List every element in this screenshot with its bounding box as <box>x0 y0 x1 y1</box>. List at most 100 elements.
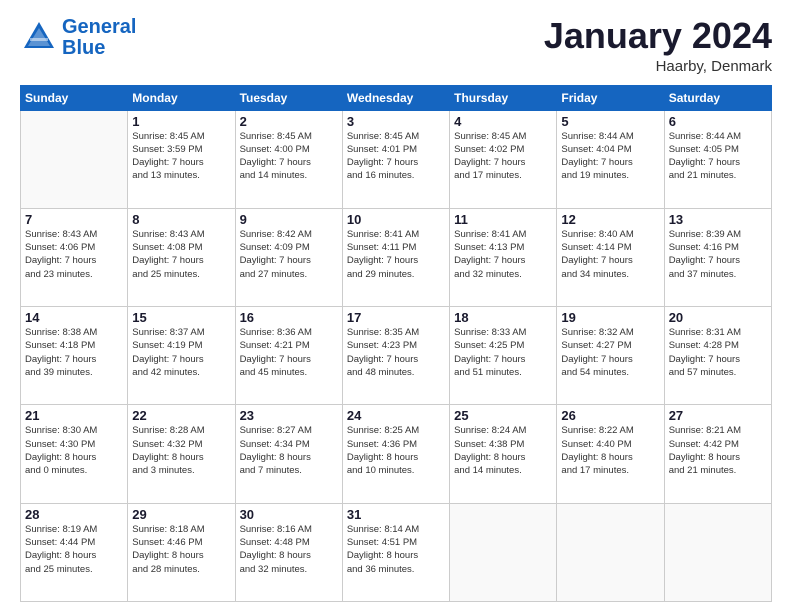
calendar-cell: 2Sunrise: 8:45 AM Sunset: 4:00 PM Daylig… <box>235 110 342 208</box>
day-info: Sunrise: 8:19 AM Sunset: 4:44 PM Dayligh… <box>25 523 123 576</box>
day-number: 12 <box>561 212 659 227</box>
calendar-cell: 26Sunrise: 8:22 AM Sunset: 4:40 PM Dayli… <box>557 405 664 503</box>
calendar-cell: 21Sunrise: 8:30 AM Sunset: 4:30 PM Dayli… <box>21 405 128 503</box>
calendar-cell: 15Sunrise: 8:37 AM Sunset: 4:19 PM Dayli… <box>128 307 235 405</box>
day-number: 13 <box>669 212 767 227</box>
day-info: Sunrise: 8:42 AM Sunset: 4:09 PM Dayligh… <box>240 228 338 281</box>
day-info: Sunrise: 8:36 AM Sunset: 4:21 PM Dayligh… <box>240 326 338 379</box>
calendar-cell: 20Sunrise: 8:31 AM Sunset: 4:28 PM Dayli… <box>664 307 771 405</box>
day-number: 23 <box>240 408 338 423</box>
day-number: 7 <box>25 212 123 227</box>
header-monday: Monday <box>128 85 235 110</box>
day-info: Sunrise: 8:27 AM Sunset: 4:34 PM Dayligh… <box>240 424 338 477</box>
day-info: Sunrise: 8:31 AM Sunset: 4:28 PM Dayligh… <box>669 326 767 379</box>
day-info: Sunrise: 8:21 AM Sunset: 4:42 PM Dayligh… <box>669 424 767 477</box>
calendar-table: SundayMondayTuesdayWednesdayThursdayFrid… <box>20 85 772 602</box>
header-friday: Friday <box>557 85 664 110</box>
calendar-cell: 9Sunrise: 8:42 AM Sunset: 4:09 PM Daylig… <box>235 208 342 306</box>
header-thursday: Thursday <box>450 85 557 110</box>
day-number: 30 <box>240 507 338 522</box>
calendar-week-5: 28Sunrise: 8:19 AM Sunset: 4:44 PM Dayli… <box>21 503 772 601</box>
calendar-cell: 31Sunrise: 8:14 AM Sunset: 4:51 PM Dayli… <box>342 503 449 601</box>
title-block: January 2024 Haarby, Denmark <box>544 16 772 75</box>
calendar-cell: 12Sunrise: 8:40 AM Sunset: 4:14 PM Dayli… <box>557 208 664 306</box>
day-number: 8 <box>132 212 230 227</box>
day-info: Sunrise: 8:22 AM Sunset: 4:40 PM Dayligh… <box>561 424 659 477</box>
day-info: Sunrise: 8:45 AM Sunset: 3:59 PM Dayligh… <box>132 130 230 183</box>
logo-text: GeneralBlue <box>62 16 136 58</box>
calendar-cell: 23Sunrise: 8:27 AM Sunset: 4:34 PM Dayli… <box>235 405 342 503</box>
calendar-cell: 5Sunrise: 8:44 AM Sunset: 4:04 PM Daylig… <box>557 110 664 208</box>
location: Haarby, Denmark <box>544 58 772 75</box>
day-info: Sunrise: 8:40 AM Sunset: 4:14 PM Dayligh… <box>561 228 659 281</box>
day-number: 19 <box>561 310 659 325</box>
day-number: 2 <box>240 114 338 129</box>
day-number: 24 <box>347 408 445 423</box>
calendar-cell: 19Sunrise: 8:32 AM Sunset: 4:27 PM Dayli… <box>557 307 664 405</box>
calendar-cell: 16Sunrise: 8:36 AM Sunset: 4:21 PM Dayli… <box>235 307 342 405</box>
calendar-cell: 6Sunrise: 8:44 AM Sunset: 4:05 PM Daylig… <box>664 110 771 208</box>
month-title: January 2024 <box>544 16 772 56</box>
calendar-cell: 22Sunrise: 8:28 AM Sunset: 4:32 PM Dayli… <box>128 405 235 503</box>
day-info: Sunrise: 8:28 AM Sunset: 4:32 PM Dayligh… <box>132 424 230 477</box>
day-number: 1 <box>132 114 230 129</box>
day-number: 11 <box>454 212 552 227</box>
calendar-cell <box>21 110 128 208</box>
day-info: Sunrise: 8:41 AM Sunset: 4:11 PM Dayligh… <box>347 228 445 281</box>
day-info: Sunrise: 8:25 AM Sunset: 4:36 PM Dayligh… <box>347 424 445 477</box>
day-info: Sunrise: 8:24 AM Sunset: 4:38 PM Dayligh… <box>454 424 552 477</box>
calendar-cell <box>450 503 557 601</box>
day-number: 17 <box>347 310 445 325</box>
calendar-cell: 11Sunrise: 8:41 AM Sunset: 4:13 PM Dayli… <box>450 208 557 306</box>
calendar-cell <box>664 503 771 601</box>
day-number: 6 <box>669 114 767 129</box>
day-info: Sunrise: 8:16 AM Sunset: 4:48 PM Dayligh… <box>240 523 338 576</box>
calendar-week-1: 1Sunrise: 8:45 AM Sunset: 3:59 PM Daylig… <box>21 110 772 208</box>
calendar-cell: 7Sunrise: 8:43 AM Sunset: 4:06 PM Daylig… <box>21 208 128 306</box>
logo-icon <box>20 18 58 56</box>
day-number: 26 <box>561 408 659 423</box>
calendar-cell: 28Sunrise: 8:19 AM Sunset: 4:44 PM Dayli… <box>21 503 128 601</box>
day-number: 3 <box>347 114 445 129</box>
calendar-cell: 30Sunrise: 8:16 AM Sunset: 4:48 PM Dayli… <box>235 503 342 601</box>
day-number: 4 <box>454 114 552 129</box>
day-number: 20 <box>669 310 767 325</box>
calendar-cell: 17Sunrise: 8:35 AM Sunset: 4:23 PM Dayli… <box>342 307 449 405</box>
calendar-cell: 10Sunrise: 8:41 AM Sunset: 4:11 PM Dayli… <box>342 208 449 306</box>
calendar-cell: 1Sunrise: 8:45 AM Sunset: 3:59 PM Daylig… <box>128 110 235 208</box>
calendar-page: GeneralBlue January 2024 Haarby, Denmark… <box>0 0 792 612</box>
day-number: 22 <box>132 408 230 423</box>
calendar-cell: 13Sunrise: 8:39 AM Sunset: 4:16 PM Dayli… <box>664 208 771 306</box>
day-number: 15 <box>132 310 230 325</box>
header-saturday: Saturday <box>664 85 771 110</box>
calendar-cell: 29Sunrise: 8:18 AM Sunset: 4:46 PM Dayli… <box>128 503 235 601</box>
calendar-cell: 24Sunrise: 8:25 AM Sunset: 4:36 PM Dayli… <box>342 405 449 503</box>
header-wednesday: Wednesday <box>342 85 449 110</box>
day-info: Sunrise: 8:45 AM Sunset: 4:02 PM Dayligh… <box>454 130 552 183</box>
day-info: Sunrise: 8:43 AM Sunset: 4:06 PM Dayligh… <box>25 228 123 281</box>
day-info: Sunrise: 8:35 AM Sunset: 4:23 PM Dayligh… <box>347 326 445 379</box>
day-number: 28 <box>25 507 123 522</box>
header-tuesday: Tuesday <box>235 85 342 110</box>
calendar-cell: 3Sunrise: 8:45 AM Sunset: 4:01 PM Daylig… <box>342 110 449 208</box>
header-sunday: Sunday <box>21 85 128 110</box>
day-info: Sunrise: 8:44 AM Sunset: 4:05 PM Dayligh… <box>669 130 767 183</box>
calendar-cell: 27Sunrise: 8:21 AM Sunset: 4:42 PM Dayli… <box>664 405 771 503</box>
day-number: 5 <box>561 114 659 129</box>
day-info: Sunrise: 8:32 AM Sunset: 4:27 PM Dayligh… <box>561 326 659 379</box>
day-info: Sunrise: 8:43 AM Sunset: 4:08 PM Dayligh… <box>132 228 230 281</box>
day-number: 29 <box>132 507 230 522</box>
day-number: 27 <box>669 408 767 423</box>
calendar-cell: 14Sunrise: 8:38 AM Sunset: 4:18 PM Dayli… <box>21 307 128 405</box>
day-info: Sunrise: 8:44 AM Sunset: 4:04 PM Dayligh… <box>561 130 659 183</box>
day-number: 16 <box>240 310 338 325</box>
day-number: 31 <box>347 507 445 522</box>
day-number: 10 <box>347 212 445 227</box>
day-number: 9 <box>240 212 338 227</box>
day-info: Sunrise: 8:18 AM Sunset: 4:46 PM Dayligh… <box>132 523 230 576</box>
page-header: GeneralBlue January 2024 Haarby, Denmark <box>20 16 772 75</box>
day-info: Sunrise: 8:37 AM Sunset: 4:19 PM Dayligh… <box>132 326 230 379</box>
day-info: Sunrise: 8:30 AM Sunset: 4:30 PM Dayligh… <box>25 424 123 477</box>
day-info: Sunrise: 8:39 AM Sunset: 4:16 PM Dayligh… <box>669 228 767 281</box>
calendar-week-2: 7Sunrise: 8:43 AM Sunset: 4:06 PM Daylig… <box>21 208 772 306</box>
